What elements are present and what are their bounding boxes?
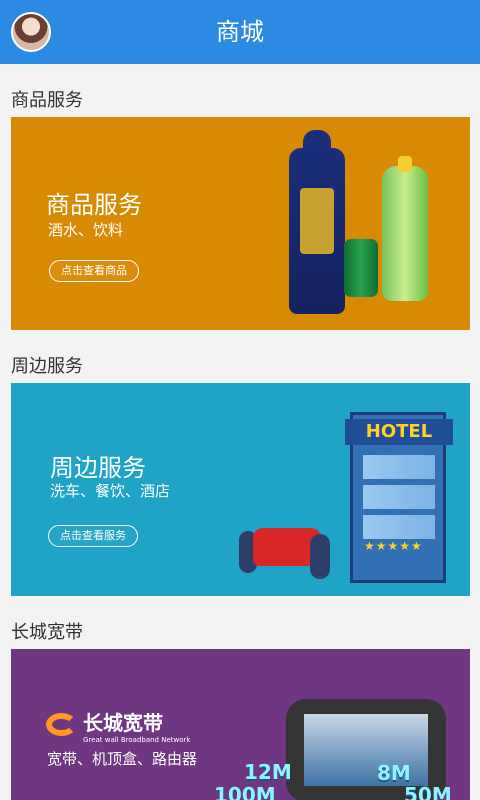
nearby-banner-title: 周边服务 xyxy=(50,454,146,482)
section-title-nearby: 周边服务 xyxy=(11,356,83,377)
hotel-sign: HOTEL xyxy=(345,419,453,445)
brand-name-en: Great wall Broadband Network xyxy=(83,736,191,744)
bottle-label xyxy=(300,188,334,254)
soda-can-icon xyxy=(344,239,378,297)
great-wall-broadband-logo: 长城宽带 Great wall Broadband Network xyxy=(46,713,190,745)
hotel-building-icon: HOTEL ★★★★★ xyxy=(345,412,453,583)
broadband-banner[interactable]: 长城宽带 Great wall Broadband Network 宽带、机顶盒… xyxy=(11,649,470,800)
speed-badge: 12M xyxy=(244,760,292,784)
hotel-window-row xyxy=(363,485,435,509)
view-services-button[interactable]: 点击查看服务 xyxy=(48,525,138,547)
speed-badge: 8M xyxy=(377,761,411,785)
page-title: 商城 xyxy=(216,18,264,46)
products-banner[interactable]: 商品服务 酒水、饮料 点击查看商品 xyxy=(11,117,470,330)
soft-drink-bottle-icon xyxy=(382,156,428,301)
hotel-window-row xyxy=(363,515,435,539)
logo-mark-icon xyxy=(46,713,77,736)
nearby-banner-subtitle: 洗车、餐饮、酒店 xyxy=(50,482,171,500)
section-title-broadband: 长城宽带 xyxy=(11,622,83,643)
brand-name: 长城宽带 xyxy=(83,711,163,735)
products-banner-subtitle: 酒水、饮料 xyxy=(48,221,124,239)
liquor-bottle-icon xyxy=(289,130,345,314)
nearby-services-banner[interactable]: 周边服务 洗车、餐饮、酒店 点击查看服务 HOTEL ★★★★★ xyxy=(11,383,470,596)
speed-badge: 50M xyxy=(404,783,452,800)
products-banner-title: 商品服务 xyxy=(46,191,142,219)
broadband-banner-subtitle: 宽带、机顶盒、路由器 xyxy=(47,750,198,768)
view-products-button[interactable]: 点击查看商品 xyxy=(49,260,139,282)
hotel-window-row xyxy=(363,455,435,479)
hotel-stars: ★★★★★ xyxy=(364,539,423,553)
car-wash-worker-icon xyxy=(310,534,330,579)
speed-badge: 100M xyxy=(214,783,276,800)
section-title-products: 商品服务 xyxy=(11,90,83,111)
top-app-bar: 商城 xyxy=(0,0,480,64)
